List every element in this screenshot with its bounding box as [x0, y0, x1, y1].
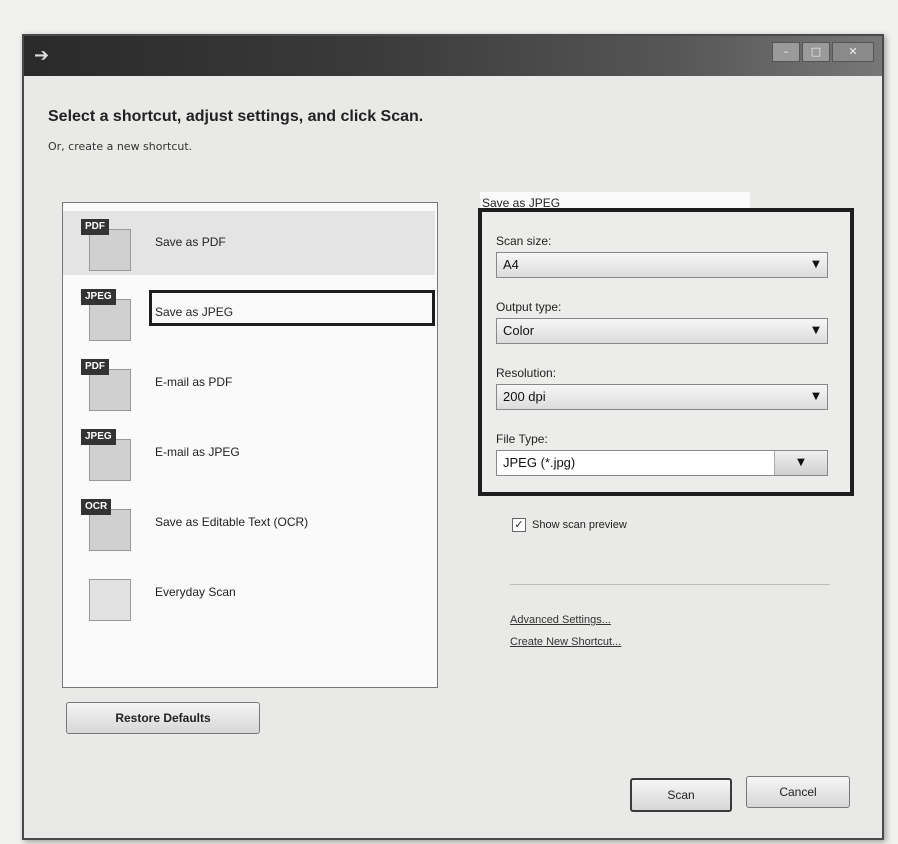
show-preview-label: Show scan preview [532, 519, 627, 531]
page-title: Select a shortcut, adjust settings, and … [48, 108, 424, 125]
create-new-shortcut-link[interactable]: Create New Shortcut... [510, 636, 621, 648]
chevron-down-icon: ▼ [812, 325, 820, 336]
shortcut-item-save-ocr[interactable]: OCR Save as Editable Text (OCR) [63, 491, 435, 555]
shortcut-item-email-pdf[interactable]: PDF E-mail as PDF [63, 351, 435, 415]
resolution-dropdown[interactable]: 200 dpi ▼ [496, 384, 828, 410]
email-jpeg-icon: JPEG [81, 429, 131, 481]
file-type-label: File Type: [496, 432, 548, 446]
settings-panel: Scan size: A4 ▼ Output type: Color ▼ Res… [478, 208, 854, 496]
advanced-settings-link[interactable]: Advanced Settings... [510, 614, 611, 626]
chevron-down-icon: ▼ [774, 451, 827, 475]
resolution-value: 200 dpi [503, 389, 546, 404]
scan-size-dropdown[interactable]: A4 ▼ [496, 252, 828, 278]
resolution-label: Resolution: [496, 366, 557, 380]
show-preview-checkbox[interactable]: ✓ [512, 518, 526, 532]
everyday-scan-icon [81, 569, 131, 621]
chevron-down-icon: ▼ [812, 391, 820, 402]
output-type-dropdown[interactable]: Color ▼ [496, 318, 828, 344]
output-type-label: Output type: [496, 300, 562, 314]
shortcut-label: Save as PDF [155, 235, 226, 249]
selected-shortcut-highlight [149, 290, 435, 326]
shortcut-label: E-mail as JPEG [155, 445, 240, 459]
output-type-value: Color [503, 323, 535, 338]
show-preview-option[interactable]: ✓ Show scan preview [512, 518, 627, 532]
shortcut-label: Save as Editable Text (OCR) [155, 515, 309, 529]
jpeg-document-icon: JPEG [81, 289, 131, 341]
file-type-value: JPEG (*.jpg) [503, 455, 576, 470]
shortcut-label: E-mail as PDF [155, 375, 233, 389]
shortcut-label: Everyday Scan [155, 585, 236, 599]
title-bar: ➔ – □ ✕ [24, 36, 882, 76]
page-subtitle: Or, create a new shortcut. [48, 140, 193, 153]
back-arrow-icon[interactable]: ➔ [34, 46, 56, 66]
shortcut-item-everyday-scan[interactable]: Everyday Scan [63, 561, 435, 625]
scan-button[interactable]: Scan [630, 778, 732, 812]
pdf-document-icon: PDF [81, 219, 131, 271]
shortcut-item-email-jpeg[interactable]: JPEG E-mail as JPEG [63, 421, 435, 485]
close-icon[interactable]: ✕ [832, 42, 874, 62]
scan-size-value: A4 [503, 257, 519, 272]
restore-defaults-button[interactable]: Restore Defaults [66, 702, 260, 734]
file-type-dropdown[interactable]: JPEG (*.jpg) ▼ [496, 450, 828, 476]
maximize-icon[interactable]: □ [802, 42, 830, 62]
divider [510, 584, 830, 585]
window-controls: – □ ✕ [772, 42, 874, 62]
chevron-down-icon: ▼ [812, 259, 820, 270]
scan-dialog-window: ➔ – □ ✕ Select a shortcut, adjust settin… [22, 34, 884, 840]
ocr-document-icon: OCR [81, 499, 131, 551]
cancel-button[interactable]: Cancel [746, 776, 850, 808]
shortcut-item-save-pdf[interactable]: PDF Save as PDF [63, 211, 435, 275]
minimize-icon[interactable]: – [772, 42, 800, 62]
email-pdf-icon: PDF [81, 359, 131, 411]
shortcut-list: PDF Save as PDF JPEG Save as JPEG PDF E-… [62, 202, 438, 688]
scan-size-label: Scan size: [496, 234, 552, 248]
